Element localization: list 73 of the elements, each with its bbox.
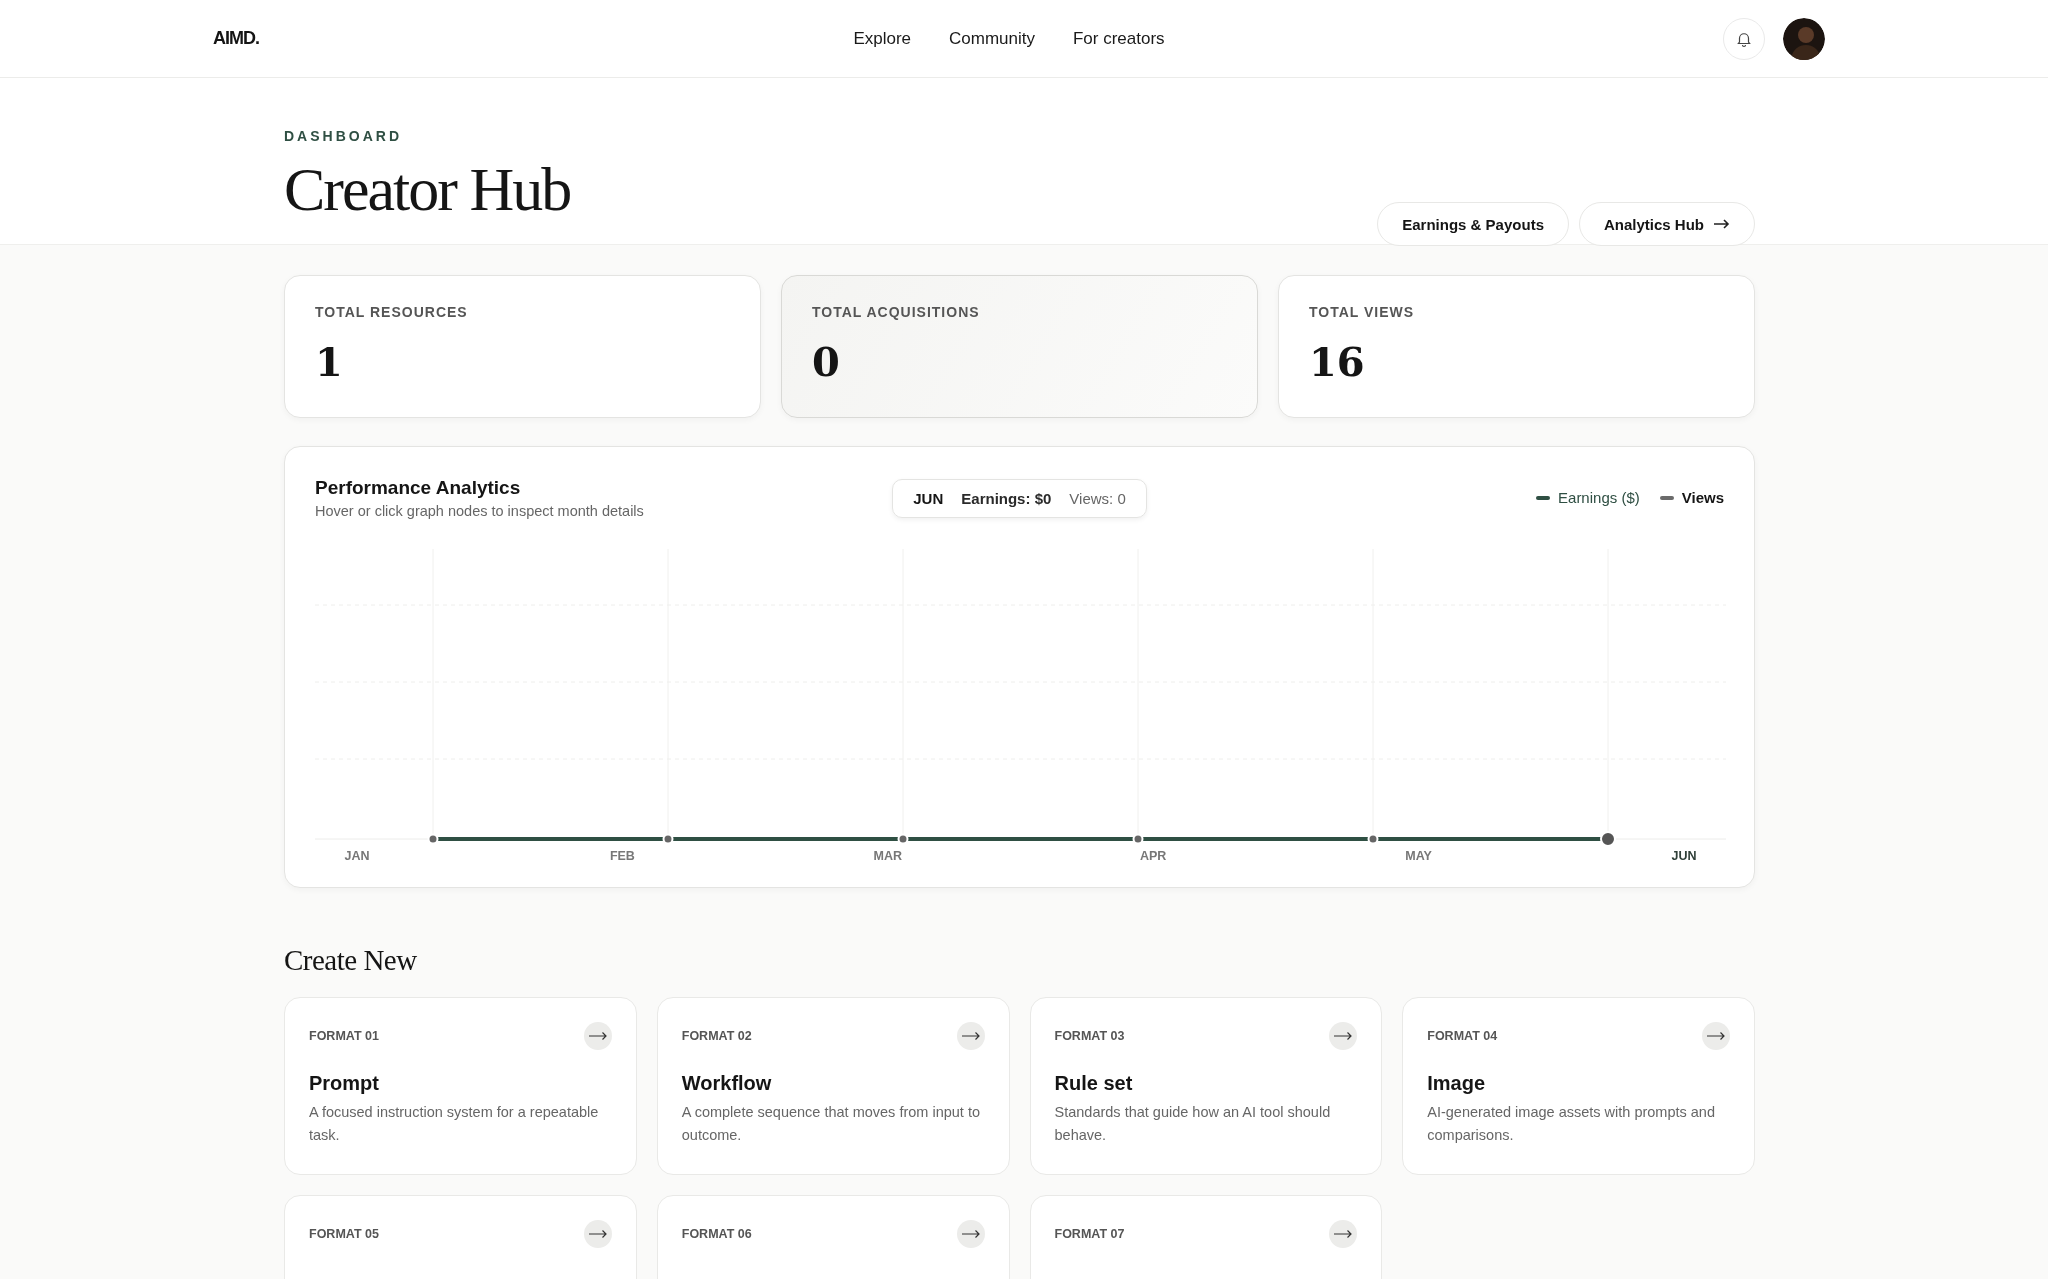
logo[interactable]: AIMD. <box>213 28 259 49</box>
action-button[interactable]: Earnings & Payouts <box>1377 202 1569 246</box>
format-card[interactable]: FORMAT 06 <box>656 1195 1010 1279</box>
graph-node[interactable] <box>1600 831 1616 847</box>
arrow-button[interactable] <box>956 1022 985 1050</box>
stat-value: 16 <box>1309 338 1366 385</box>
month-label: FEB <box>609 849 635 863</box>
page-title: Creator Hub <box>284 158 571 220</box>
arrow-icon <box>588 1230 607 1238</box>
stat-value: 1 <box>315 338 344 385</box>
format-description: AI-generated image assets with prompts and comparisons. <box>1427 1103 1716 1146</box>
month-label: JAN <box>344 849 370 863</box>
arrow-icon <box>1334 1230 1353 1238</box>
graph-node[interactable] <box>1132 833 1144 845</box>
format-title: Workflow <box>681 1072 773 1095</box>
nav-link[interactable]: For creators <box>1073 28 1165 49</box>
month-label: MAY <box>1405 849 1432 863</box>
format-label: FORMAT 05 <box>309 1227 379 1241</box>
legend-label: Earnings ($) <box>1558 489 1640 506</box>
graph-node[interactable] <box>662 833 674 845</box>
tooltip-earnings: Earnings: $0 <box>961 490 1052 507</box>
arrow-button[interactable] <box>1329 1022 1358 1050</box>
format-card[interactable]: FORMAT 03 Rule set Standards that guide how an AI tool should behave. <box>1029 997 1383 1175</box>
format-label: FORMAT 01 <box>309 1029 379 1043</box>
graph-node[interactable] <box>427 833 439 845</box>
arrow-button[interactable] <box>583 1220 612 1248</box>
arrow-button[interactable] <box>956 1220 985 1248</box>
arrow-icon <box>1707 1032 1725 1040</box>
format-description: A complete sequence that moves from input to outcome. <box>681 1103 981 1146</box>
format-card[interactable]: FORMAT 01 Prompt A focused instruction system for a repeatable task. <box>284 997 637 1175</box>
arrow-icon <box>1334 1032 1353 1040</box>
format-card[interactable]: FORMAT 07 <box>1029 1195 1383 1279</box>
arrow-icon <box>961 1230 980 1238</box>
notification-button[interactable] <box>1723 17 1765 60</box>
nav-link[interactable]: Community <box>949 28 1035 49</box>
arrow-button[interactable] <box>1329 1220 1358 1248</box>
format-description: Standards that guide how an AI tool should behave. <box>1054 1103 1332 1146</box>
format-label: FORMAT 03 <box>1054 1029 1125 1043</box>
graph-node[interactable] <box>897 833 909 845</box>
tooltip-views: Views: 0 <box>1069 490 1126 507</box>
section-title: Create New <box>284 944 418 977</box>
format-label: FORMAT 04 <box>1427 1029 1498 1043</box>
format-card[interactable]: FORMAT 02 Workflow A complete sequence that moves from input to outcome. <box>656 997 1010 1175</box>
format-card[interactable]: FORMAT 04 Image AI-generated image assets with prompts and comparisons. <box>1402 997 1755 1175</box>
arrow-button[interactable] <box>1702 1022 1730 1050</box>
arrow-icon <box>588 1032 607 1040</box>
stat-label: TOTAL ACQUISITIONS <box>812 304 981 320</box>
month-label: APR <box>1140 849 1167 863</box>
graph-node[interactable] <box>1367 833 1379 845</box>
month-label: MAR <box>873 849 903 863</box>
format-title: Image <box>1427 1072 1487 1095</box>
stat-label: TOTAL RESOURCES <box>315 304 469 320</box>
format-title: Rule set <box>1054 1072 1134 1095</box>
tooltip-month: JUN <box>913 490 944 507</box>
chart-subtitle: Hover or click graph nodes to inspect month details <box>315 503 645 519</box>
format-label: FORMAT 07 <box>1054 1227 1125 1241</box>
format-label: FORMAT 06 <box>681 1227 752 1241</box>
arrow-icon <box>961 1032 980 1040</box>
legend-label: Views <box>1681 489 1724 506</box>
format-description: A focused instruction system for a repeatable task. <box>309 1103 600 1146</box>
format-label: FORMAT 02 <box>681 1029 752 1043</box>
nav-link[interactable]: Explore <box>853 28 911 49</box>
arrow-button[interactable] <box>583 1022 612 1050</box>
chart-title: Performance Analytics <box>315 477 522 499</box>
arrow-icon <box>1714 219 1730 229</box>
stat-value: 0 <box>812 338 841 385</box>
format-title: Prompt <box>309 1072 380 1095</box>
avatar[interactable] <box>1783 17 1825 60</box>
format-card[interactable]: FORMAT 05 <box>284 1195 637 1279</box>
eyebrow-label: DASHBOARD <box>284 128 403 144</box>
action-button[interactable]: Analytics Hub <box>1578 202 1755 246</box>
stat-label: TOTAL VIEWS <box>1309 304 1416 320</box>
month-label: JUN <box>1671 849 1697 863</box>
